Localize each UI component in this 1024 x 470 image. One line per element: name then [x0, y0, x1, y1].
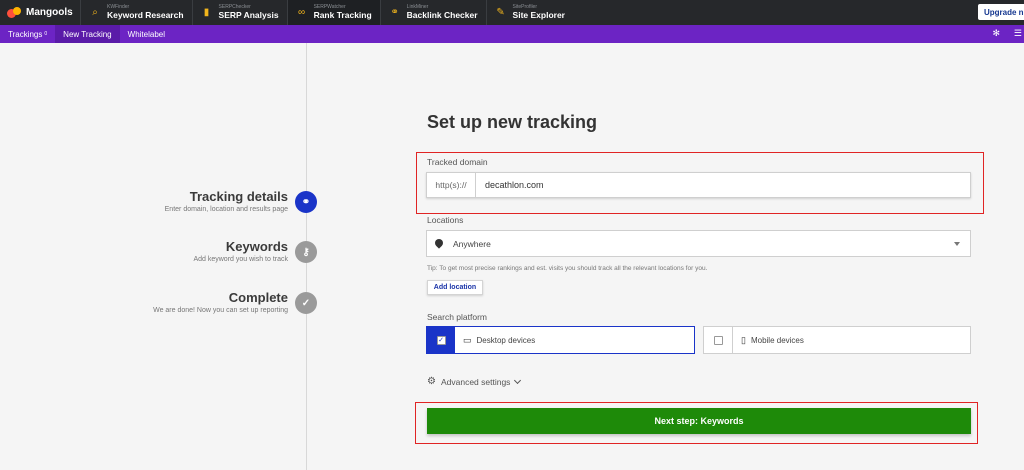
check-icon: ✓ [295, 292, 317, 314]
desktop-checkbox[interactable]: ✓ [427, 327, 455, 353]
domain-prefix: http(s):// [427, 173, 476, 197]
location-select[interactable]: Anywhere [426, 230, 971, 257]
key-icon: ⚷ [295, 241, 317, 263]
next-step-button[interactable]: Next step: Keywords [427, 408, 971, 434]
laptop-icon: ▭ [463, 334, 472, 345]
tool-name: Backlink Checker [406, 10, 478, 21]
nav-new-tracking[interactable]: New Tracking [55, 25, 120, 43]
nav-whitelabel[interactable]: Whitelabel [120, 25, 173, 43]
location-value: Anywhere [453, 238, 491, 249]
upgrade-button[interactable]: Upgrade n [978, 4, 1024, 20]
platform-desktop-option[interactable]: ✓ ▭ Desktop devices [426, 326, 695, 354]
glasses-icon: ∞ [297, 7, 306, 18]
tool-name: Rank Tracking [313, 10, 372, 21]
step-description: Add keyword you wish to track [193, 256, 288, 263]
tool-site-explorer[interactable]: ✎ SiteProfiler Site Explorer [485, 0, 573, 25]
step-title: Keywords [225, 239, 288, 254]
checkmark-icon: ✓ [436, 335, 446, 345]
sub-navigation: Trackings 0 New Tracking Whitelabel ✻ ☰ [0, 25, 1024, 43]
tool-name: SERP Analysis [218, 10, 279, 21]
add-location-button[interactable]: Add location [427, 280, 483, 295]
caret-down-icon [954, 242, 960, 246]
magnifier-icon: ⌕ [92, 7, 98, 18]
step-title: Tracking details [189, 189, 288, 204]
nav-trackings-label: Trackings [8, 29, 43, 39]
domain-value: decathlon.com [485, 180, 544, 190]
logo-text: Mangools [26, 7, 73, 18]
platform-mobile-option[interactable]: ▯ Mobile devices [703, 326, 971, 354]
step-description: We are done! Now you can set up reportin… [153, 307, 288, 314]
advanced-settings-toggle[interactable]: ⚙ Advanced settings [427, 376, 522, 387]
tool-rank-tracking[interactable]: ∞ SERPWatcher Rank Tracking [286, 0, 380, 25]
link-icon: ⚭ [390, 7, 399, 18]
empty-checkbox-icon [713, 335, 723, 345]
mobile-checkbox[interactable] [704, 327, 732, 353]
tool-serp-analysis[interactable]: ▮ SERPChecker SERP Analysis [191, 0, 287, 25]
platform-separator [732, 327, 733, 353]
trackings-count: 0 [44, 31, 48, 37]
step-description: Enter domain, location and results page [164, 206, 288, 213]
pencil-icon: ✎ [496, 7, 505, 18]
mobile-phone-icon: ▯ [741, 334, 746, 345]
mobile-label: Mobile devices [750, 335, 804, 345]
menu-icon[interactable]: ☰ [1014, 28, 1022, 39]
domain-input[interactable]: http(s):// decathlon.com [426, 172, 971, 198]
step-tracking-details: Tracking details Enter domain, location … [165, 189, 288, 213]
map-pin-icon [435, 239, 443, 249]
tool-name: Keyword Research [107, 10, 184, 21]
settings-gear-icon[interactable]: ✻ [992, 28, 1000, 39]
search-platform-label: Search platform [427, 312, 487, 322]
desktop-label: Desktop devices [476, 335, 536, 345]
tool-keyword-research[interactable]: ⌕ KWFinder Keyword Research [80, 0, 192, 25]
mangools-logo[interactable]: Mangools [0, 0, 80, 25]
advanced-settings-label: Advanced settings [440, 376, 511, 387]
tracked-domain-label: Tracked domain [427, 157, 488, 167]
nav-trackings[interactable]: Trackings 0 [0, 25, 55, 43]
bars-icon: ▮ [203, 7, 210, 18]
locations-label: Locations [427, 215, 464, 225]
locations-tip: Tip: To get most precise rankings and es… [427, 265, 708, 272]
tool-backlink-checker[interactable]: ⚭ LinkMiner Backlink Checker [379, 0, 486, 25]
tool-name: Site Explorer [512, 10, 565, 21]
page-title: Set up new tracking [427, 112, 598, 132]
step-keywords: Keywords Add keyword you wish to track [193, 239, 288, 263]
top-app-bar: Mangools ⌕ KWFinder Keyword Research ▮ SE… [0, 0, 1024, 25]
step-title: Complete [228, 290, 288, 305]
step-complete: Complete We are done! Now you can set up… [153, 290, 288, 314]
gear-icon: ⚙ [427, 376, 436, 387]
mangools-logo-icon [7, 7, 22, 18]
chevron-down-icon [514, 376, 522, 384]
link-icon: ⚭ [295, 191, 317, 213]
